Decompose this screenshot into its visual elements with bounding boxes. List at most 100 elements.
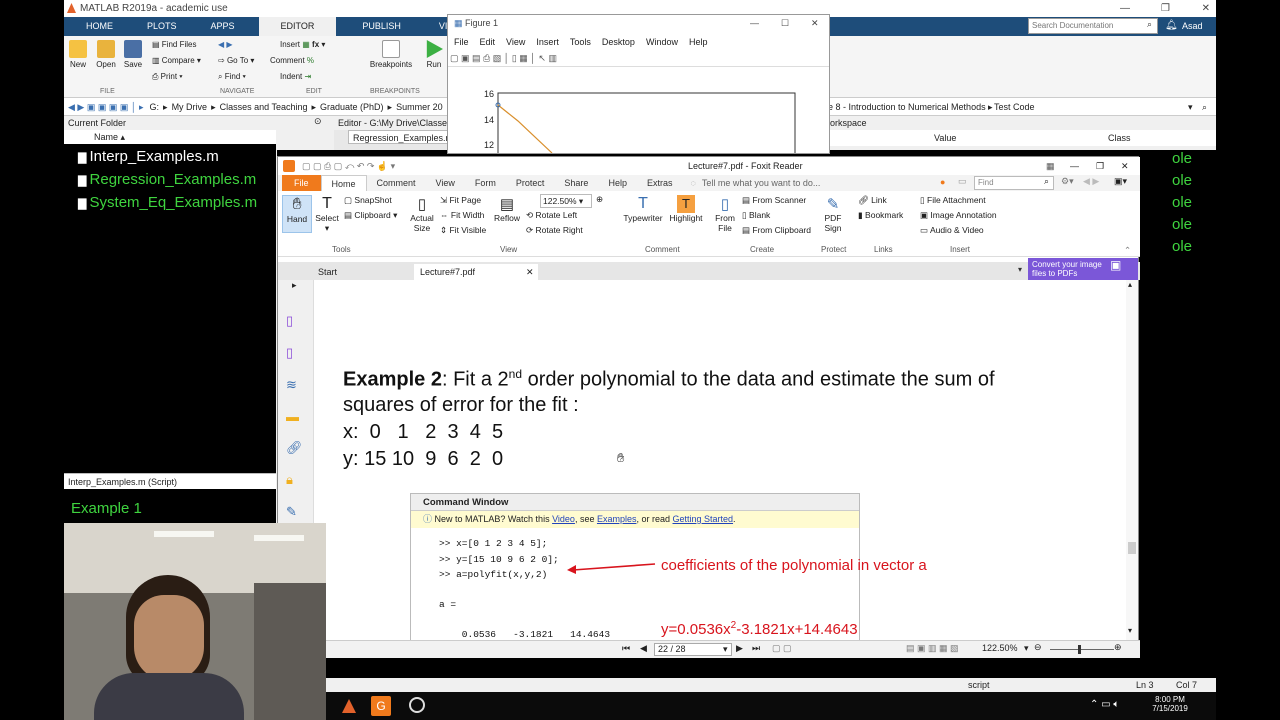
- tab-view[interactable]: View: [426, 175, 465, 191]
- search-icon[interactable]: ⌕: [1044, 176, 1049, 187]
- close-icon[interactable]: ✕: [1202, 0, 1210, 17]
- scroll-down-icon[interactable]: ▾: [1128, 626, 1132, 635]
- name-column-header[interactable]: Name ▴: [64, 130, 276, 144]
- view-mode-icons[interactable]: ▤ ▣ ▥ ▦ ▧: [906, 643, 959, 654]
- zoom-select[interactable]: 122.50% ▾: [540, 194, 592, 208]
- fit-page-button[interactable]: ⇲ Fit Page: [440, 195, 481, 206]
- expand-panel-icon[interactable]: ▸: [292, 280, 297, 291]
- zoom-level[interactable]: 122.50%: [982, 643, 1018, 653]
- blank-button[interactable]: ▯ Blank: [742, 210, 770, 221]
- minimize-icon[interactable]: —: [1070, 157, 1079, 175]
- fit-visible-button[interactable]: ⇕ Fit Visible: [440, 225, 486, 236]
- class-column-header[interactable]: Class: [1108, 130, 1131, 146]
- file-item-regression[interactable]: ▇ Regression_Examples.m: [78, 171, 256, 188]
- find-files-button[interactable]: ▤ Find Files: [152, 40, 196, 49]
- account-icon[interactable]: ▣▾: [1114, 176, 1127, 187]
- menu-desktop[interactable]: Desktop: [602, 37, 635, 47]
- comment-button[interactable]: Comment %: [270, 56, 314, 65]
- tab-form[interactable]: Form: [465, 175, 506, 191]
- hand-tool-button[interactable]: ✋︎ Hand: [282, 195, 312, 233]
- zoom-out-icon[interactable]: ⊖: [1034, 642, 1042, 653]
- path-lecture-folder[interactable]: e 8 - Introduction to Numerical Methods: [828, 98, 986, 116]
- tab-plots[interactable]: PLOTS: [135, 17, 189, 36]
- actual-size-button[interactable]: ▯ Actual Size: [406, 195, 438, 233]
- find-options-icon[interactable]: ▭: [958, 176, 967, 187]
- image-annotation-button[interactable]: ▣ Image Annotation: [920, 210, 997, 221]
- menu-window[interactable]: Window: [646, 37, 678, 47]
- tab-file[interactable]: File: [282, 175, 321, 191]
- path-graduate[interactable]: Graduate (PhD): [320, 98, 384, 116]
- back-forward-nav[interactable]: ◀ ▶: [218, 40, 233, 49]
- tab-publish[interactable]: PUBLISH: [350, 17, 413, 36]
- attachments-icon[interactable]: 🔗︎: [286, 440, 303, 456]
- settings-icon[interactable]: ⚙︎▾: [1061, 176, 1074, 187]
- prev-page-icon[interactable]: ◀: [640, 643, 647, 654]
- bookmarks-icon[interactable]: ≋: [286, 377, 297, 393]
- chevron-down-icon[interactable]: ▾: [1188, 98, 1193, 116]
- from-clipboard-button[interactable]: ▤ From Clipboard: [742, 225, 811, 236]
- zoom-in-icon[interactable]: ⊕: [1114, 642, 1122, 653]
- typewriter-button[interactable]: T Typewriter: [620, 195, 666, 223]
- tab-share[interactable]: Share: [554, 175, 598, 191]
- first-page-icon[interactable]: ⏮︎: [622, 643, 630, 654]
- file-item-interp[interactable]: ▇ Interp_Examples.m: [78, 148, 219, 165]
- zoom-slider-handle[interactable]: [1078, 645, 1081, 654]
- close-icon[interactable]: ✕: [811, 15, 819, 31]
- user-menu[interactable]: Asad: [1182, 17, 1203, 36]
- zoom-slider[interactable]: [1050, 649, 1114, 650]
- bell-icon[interactable]: 🔔︎: [1165, 20, 1178, 31]
- from-file-button[interactable]: ▯ From File: [710, 195, 740, 233]
- video-link[interactable]: Video: [552, 514, 575, 524]
- scroll-thumb[interactable]: [1128, 542, 1136, 554]
- menu-file[interactable]: File: [454, 37, 469, 47]
- doc-tab-lecture[interactable]: Lecture#7.pdf ✕: [414, 264, 538, 280]
- signature-icon[interactable]: ✎: [286, 504, 297, 520]
- search-icon[interactable]: ⌕: [1147, 19, 1152, 30]
- zoom-dropdown-icon[interactable]: ▾: [1024, 643, 1029, 654]
- page-layout-icons[interactable]: ▢ ▢: [772, 643, 792, 654]
- value-column-header[interactable]: Value: [934, 130, 956, 146]
- breakpoints-button[interactable]: Breakpoints: [366, 40, 416, 69]
- menu-tools[interactable]: Tools: [570, 37, 591, 47]
- insert-button[interactable]: Insert ▦ fx ▾: [280, 40, 325, 49]
- menu-help[interactable]: Help: [689, 37, 708, 47]
- tab-help[interactable]: Help: [598, 175, 637, 191]
- find-input[interactable]: Find: [974, 176, 1054, 190]
- next-page-icon[interactable]: ▶: [736, 643, 743, 654]
- last-page-icon[interactable]: ⏭︎: [752, 643, 760, 654]
- tab-apps[interactable]: APPS: [199, 17, 247, 36]
- audio-video-button[interactable]: ▭ Audio & Video: [920, 225, 984, 236]
- restore-icon[interactable]: ❐: [1096, 157, 1104, 175]
- file-item-system-eq[interactable]: ▇ System_Eq_Examples.m: [78, 194, 257, 211]
- path-drive[interactable]: G:: [150, 98, 160, 116]
- path-summer[interactable]: Summer 20: [396, 98, 443, 116]
- doc-tab-start[interactable]: Start: [314, 264, 408, 280]
- compare-button[interactable]: ▥ Compare ▾: [152, 56, 201, 65]
- examples-link[interactable]: Examples: [597, 514, 637, 524]
- path-test-code[interactable]: Test Code: [994, 98, 1035, 116]
- file-attachment-button[interactable]: ▯ File Attachment: [920, 195, 986, 206]
- close-icon[interactable]: ✕: [1121, 157, 1129, 175]
- collapse-ribbon-icon[interactable]: ⌃: [1124, 245, 1131, 256]
- security-icon[interactable]: 🔒︎: [286, 472, 293, 488]
- foxit-taskbar-icon[interactable]: G: [371, 696, 391, 716]
- menu-insert[interactable]: Insert: [536, 37, 559, 47]
- tab-comment[interactable]: Comment: [367, 175, 426, 191]
- bookmark-button[interactable]: ▮ Bookmark: [858, 210, 903, 221]
- link-button[interactable]: 🔗︎ Link: [858, 195, 887, 206]
- page-number-input[interactable]: 22 / 28 ▾: [654, 643, 732, 656]
- figure-toolbar[interactable]: ▢ ▣ ▤ ⎙ ▧ │ ▯ ▦ │ ↖ ▥: [448, 53, 829, 67]
- reflow-button[interactable]: ▤ Reflow: [492, 195, 522, 223]
- chrome-taskbar-icon[interactable]: [409, 697, 425, 713]
- tray-icons[interactable]: ⌃ ▭ 🔈︎: [1090, 699, 1119, 710]
- find-button[interactable]: ⌕ Find ▾: [218, 72, 246, 82]
- layout-icon[interactable]: ▦: [1046, 157, 1055, 175]
- fit-width-button[interactable]: ⇔ Fit Width: [440, 210, 484, 220]
- restore-icon[interactable]: ❐: [1161, 0, 1170, 17]
- tab-home[interactable]: Home: [320, 175, 367, 191]
- clock[interactable]: 8:00 PM 7/15/2019: [1140, 695, 1200, 713]
- convert-promo-banner[interactable]: Convert your image files to PDFs ▣: [1028, 258, 1138, 280]
- editor-tab-regression[interactable]: Regression_Examples.m: [348, 130, 458, 144]
- nav-arrows-icon[interactable]: ◀ ▶ ▣ ▣ ▣ ▣ │ ▸: [68, 98, 144, 116]
- comments-icon[interactable]: ▬: [286, 409, 299, 424]
